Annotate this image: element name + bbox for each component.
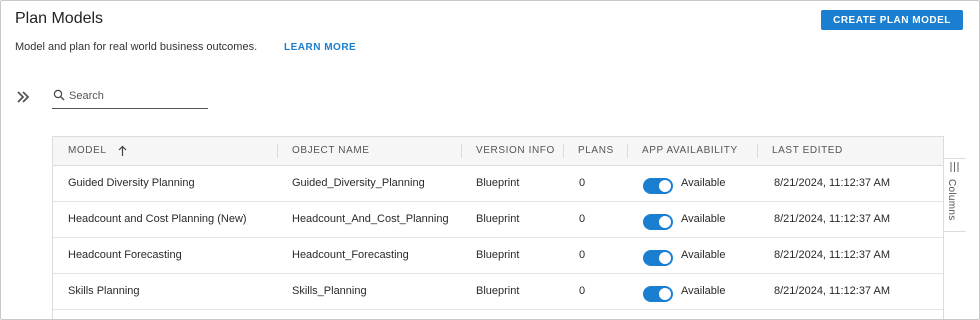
toggle-knob [659,288,671,300]
cell-last-edited: 8/21/2024, 11:12:37 AM [774,177,890,189]
cell-plans: 0 [579,177,586,189]
cell-last-edited: 8/21/2024, 11:12:37 AM [774,213,890,225]
columns-label: Columns [946,179,957,221]
column-header-model[interactable]: MODEL [68,137,127,165]
cell-model[interactable]: Guided Diversity Planning [68,166,195,201]
column-divider[interactable] [563,144,564,158]
cell-object-name: Guided_Diversity_Planning [292,177,425,189]
table-row[interactable]: Headcount and Cost Planning (New) Headco… [53,202,943,238]
page-title: Plan Models [15,10,104,27]
plan-models-page: Plan Models CREATE PLAN MODEL Model and … [0,0,980,320]
table-row[interactable]: Guided Diversity Planning Guided_Diversi… [53,166,943,202]
cell-version-info: Blueprint [476,249,520,261]
create-plan-model-button[interactable]: CREATE PLAN MODEL [821,10,963,30]
availability-toggle[interactable] [643,250,673,266]
cell-version-info: Blueprint [476,213,520,225]
plan-models-table: MODEL OBJECT NAME VERSION INFO PLANS APP… [52,136,944,319]
availability-label: Available [681,213,726,225]
cell-plans: 0 [579,249,586,261]
cell-plans: 0 [579,285,586,297]
availability-toggle[interactable] [643,178,673,194]
table-header: MODEL OBJECT NAME VERSION INFO PLANS APP… [53,137,943,166]
column-divider[interactable] [627,144,628,158]
availability-toggle[interactable] [643,286,673,302]
cell-plans: 0 [579,213,586,225]
cell-model[interactable]: Headcount and Cost Planning (New) [68,202,247,237]
table-row[interactable]: Skills Planning Skills_Planning Blueprin… [53,274,943,310]
column-divider[interactable] [757,144,758,158]
cell-last-edited: 8/21/2024, 11:12:37 AM [774,249,890,261]
cell-version-info: Blueprint [476,285,520,297]
cell-model[interactable]: Headcount Forecasting [68,238,182,273]
toggle-knob [659,216,671,228]
column-header-last-edited[interactable]: LAST EDITED [772,137,843,165]
cell-object-name: Skills_Planning [292,285,367,297]
availability-label: Available [681,249,726,261]
page-subtitle: Model and plan for real world business o… [15,41,258,53]
toggle-knob [659,252,671,264]
column-header-plans[interactable]: PLANS [578,137,614,165]
search-box [52,87,208,109]
double-chevron-right-icon[interactable] [15,89,31,105]
search-icon [53,89,65,101]
columns-side-panel-tab[interactable]: Columns [943,158,966,232]
availability-toggle[interactable] [643,214,673,230]
column-header-app-availability[interactable]: APP AVAILABILITY [642,137,738,165]
cell-version-info: Blueprint [476,177,520,189]
cell-object-name: Headcount_And_Cost_Planning [292,213,449,225]
cell-object-name: Headcount_Forecasting [292,249,409,261]
column-divider[interactable] [277,144,278,158]
learn-more-link[interactable]: LEARN MORE [284,42,356,53]
cell-model[interactable]: Skills Planning [68,274,140,309]
search-input[interactable] [69,88,203,104]
column-divider[interactable] [461,144,462,158]
availability-label: Available [681,285,726,297]
cell-last-edited: 8/21/2024, 11:12:37 AM [774,285,890,297]
column-header-version-info[interactable]: VERSION INFO [476,137,555,165]
column-header-object-name[interactable]: OBJECT NAME [292,137,370,165]
toggle-knob [659,180,671,192]
availability-label: Available [681,177,726,189]
columns-icon [950,162,959,172]
table-row[interactable]: Headcount Forecasting Headcount_Forecast… [53,238,943,274]
arrow-up-icon [118,145,127,156]
